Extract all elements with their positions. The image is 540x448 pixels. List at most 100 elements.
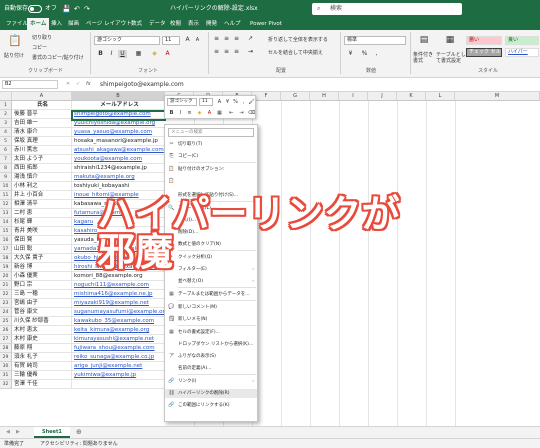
row-header[interactable]: 3 (0, 119, 12, 128)
cell-email[interactable] (72, 380, 165, 389)
formula-cancel-icon[interactable]: ✕ (66, 81, 70, 87)
row-header[interactable]: 22 (0, 290, 12, 299)
row-header[interactable]: 8 (0, 164, 12, 173)
row-header[interactable]: 20 (0, 272, 12, 281)
column-header-m[interactable]: M (455, 92, 540, 101)
align-left-icon[interactable]: ≡ (212, 48, 221, 56)
cell-email[interactable]: kawakubo_35@example.com (72, 317, 165, 326)
row-header[interactable]: 19 (0, 263, 12, 272)
cell-email[interactable]: yuasa_yasuo@example.com (72, 128, 165, 137)
tab-file[interactable]: ファイル (6, 18, 28, 30)
align-center-icon[interactable]: ≡ (222, 48, 231, 56)
autosave-toggle[interactable] (28, 5, 42, 13)
style-check-cell[interactable]: チェック セル (466, 48, 502, 57)
cut-button[interactable]: 切り取り (32, 34, 52, 41)
grow-font-icon[interactable]: A (183, 36, 192, 44)
row-header[interactable]: 10 (0, 182, 12, 191)
align-bottom-icon[interactable]: ≡ (232, 35, 241, 43)
cell-name[interactable]: 保田 賢 (12, 236, 72, 245)
align-right-icon[interactable]: ≡ (232, 48, 241, 56)
cell-email[interactable]: youkoota@example.com (72, 155, 165, 164)
cell-email[interactable]: shiraishi1234@example.jp (72, 164, 165, 173)
row-header[interactable]: 5 (0, 137, 12, 146)
cell-email[interactable]: mishima416@example.ne.jp (72, 290, 165, 299)
cell-name[interactable]: 木村 康史 (12, 335, 72, 344)
cell-email[interactable]: yukimiwa@example.jp (72, 371, 165, 380)
tab-home[interactable]: ホーム (27, 18, 50, 30)
context-menu-item[interactable]: ⛓ ハイパーリンクの削除(R) (165, 389, 257, 398)
column-header-i[interactable]: I (339, 92, 368, 101)
context-menu-item[interactable]: ▦ テーブルまたは範囲からデータを... (165, 290, 257, 299)
cell-name[interactable]: 杉尾 輝 (12, 218, 72, 227)
tab-developer[interactable]: 開発 (206, 18, 217, 30)
mini-bold-button[interactable]: B (167, 109, 176, 117)
row-header[interactable]: 7 (0, 155, 12, 164)
row-header[interactable]: 12 (0, 200, 12, 209)
column-header-a[interactable]: A (12, 92, 72, 101)
percent-button[interactable]: % (360, 50, 369, 58)
align-top-icon[interactable]: ≡ (212, 35, 221, 43)
copy-button[interactable]: コピー (32, 44, 47, 51)
row-header[interactable]: 1 (0, 101, 12, 110)
header-cell-email[interactable]: メールアドレス (72, 101, 165, 110)
redo-icon[interactable]: ↷ (84, 0, 90, 18)
context-menu-item[interactable]: 💬 新しいコメント(M) (165, 303, 257, 312)
formula-input[interactable]: shimpeigoto@example.com (100, 81, 184, 88)
row-header[interactable]: 25 (0, 317, 12, 326)
underline-button[interactable]: U (118, 50, 127, 58)
search-box[interactable]: ⌕ 検索 (312, 3, 462, 15)
cell-name[interactable]: 二村 恵 (12, 209, 72, 218)
row-header[interactable]: 6 (0, 146, 12, 155)
mini-borders-icon[interactable]: ▦ (215, 109, 224, 117)
tab-help[interactable]: ヘルプ (224, 18, 241, 30)
row-header[interactable]: 18 (0, 254, 12, 263)
cell-email[interactable]: reiko_sunaga@example.co.jp (72, 353, 165, 362)
cell-email[interactable]: kimurayasushi@example.net (72, 335, 165, 344)
tab-power-pivot[interactable]: Power Pivot (250, 18, 282, 30)
merge-center-button[interactable]: セルを結合して中央揃え (268, 49, 323, 56)
conditional-format-icon[interactable]: ▤ (418, 36, 430, 48)
column-header-f[interactable]: F (252, 92, 281, 101)
cell-name[interactable]: 湯浅 慎介 (12, 173, 72, 182)
row-header[interactable]: 29 (0, 353, 12, 362)
cell-email[interactable]: fujiwara_shou@example.com (72, 344, 165, 353)
add-sheet-icon[interactable]: ⊕ (76, 428, 82, 436)
select-all-corner[interactable] (0, 92, 12, 101)
column-header-b[interactable]: B (72, 92, 165, 101)
format-as-table-icon[interactable]: ▦ (444, 36, 456, 48)
style-hyperlink[interactable]: ハイパー (505, 48, 539, 57)
format-as-table-button[interactable]: テーブルとして書式設定 (436, 52, 466, 64)
style-bad[interactable]: 悪い (466, 36, 502, 45)
tab-page-layout[interactable]: ページ レイアウト (86, 18, 132, 30)
cell-name[interactable]: 宮嶋 由子 (12, 299, 72, 308)
column-header-k[interactable]: K (397, 92, 426, 101)
cell-name[interactable]: 川久保 紗耶香 (12, 317, 72, 326)
formula-enter-icon[interactable]: ✓ (76, 81, 80, 87)
borders-icon[interactable]: ▦ (134, 50, 143, 58)
paste-icon[interactable]: 📋 (8, 34, 22, 48)
cell-email[interactable]: makuta@example.org (72, 173, 165, 182)
tab-draw[interactable]: 描画 (68, 18, 79, 30)
fill-color-icon[interactable]: ◈ (150, 50, 159, 58)
row-header[interactable]: 31 (0, 371, 12, 380)
worksheet-grid[interactable]: A B C D E F G H I J K L M 1 氏名 メールアドレス 2… (0, 92, 540, 426)
italic-button[interactable]: I (107, 50, 116, 58)
style-good[interactable]: 良い (505, 36, 539, 45)
sheet-prev-icon[interactable]: ◀ (6, 429, 10, 435)
row-header[interactable]: 17 (0, 245, 12, 254)
wrap-text-button[interactable]: 折り返して全体を表示する (268, 36, 328, 43)
context-menu-item[interactable]: 名前の定義(A)... (165, 364, 257, 373)
sheet-next-icon[interactable]: ▶ (16, 429, 20, 435)
row-header[interactable]: 24 (0, 308, 12, 317)
cell-name[interactable]: 井上 小百合 (12, 191, 72, 200)
column-header-h[interactable]: H (310, 92, 339, 101)
cell-name[interactable]: 相澤 清平 (12, 200, 72, 209)
context-menu-item[interactable]: ⚡ クイック分析(Q) (165, 253, 257, 262)
cell-name[interactable]: 西田 拓郎 (12, 164, 72, 173)
context-menu-item[interactable]: 📋 貼り付けのオプション: (165, 165, 257, 174)
mini-eraser-icon[interactable]: ⌫ (247, 109, 256, 117)
row-header[interactable]: 16 (0, 236, 12, 245)
mini-align-icon[interactable]: ≡ (185, 109, 194, 117)
tab-insert[interactable]: 挿入 (51, 18, 62, 30)
tab-data[interactable]: データ (149, 18, 166, 30)
